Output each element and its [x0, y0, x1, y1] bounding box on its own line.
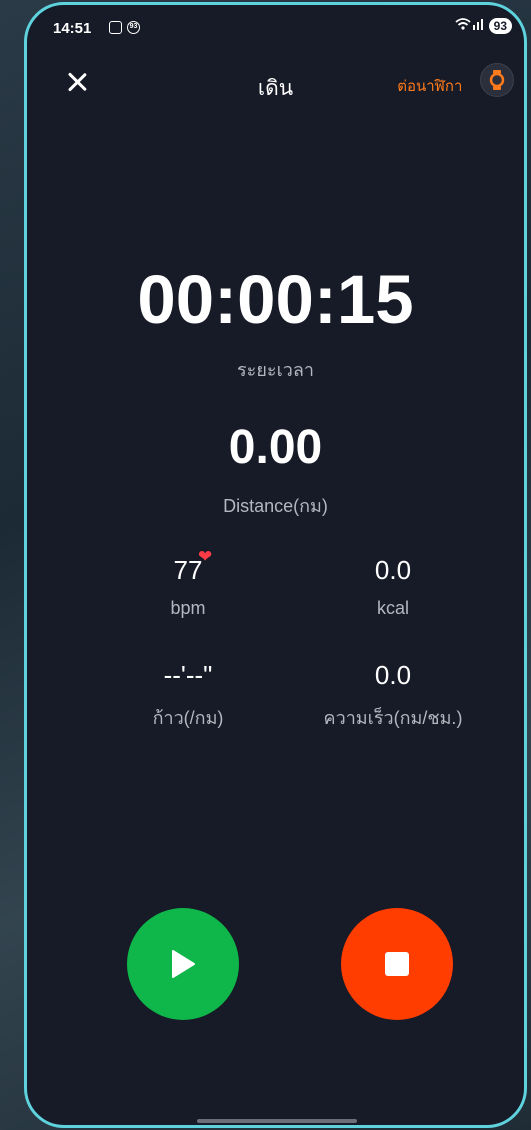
distance-label: Distance(กม)	[223, 496, 328, 516]
calories-value: 0.0	[374, 555, 412, 585]
pace-value: --'--"	[163, 660, 213, 690]
elapsed-timer-label: ระยะเวลา	[237, 360, 314, 380]
screenshot-icon	[109, 21, 122, 34]
notification-badge-icon: 93	[127, 21, 140, 34]
heart-rate-stat: 77 ❤ bpm	[88, 547, 288, 619]
stop-icon	[385, 952, 409, 976]
pace-stat: --'--" ก้าว(/กม)	[88, 660, 288, 732]
wifi-signal-icon	[455, 17, 483, 34]
connect-watch-label: เชื่อมต่อนาฬิกา	[397, 78, 463, 95]
distance-value: 0.00	[228, 421, 323, 474]
speed-value: 0.0	[374, 660, 412, 690]
home-indicator[interactable]	[197, 1119, 357, 1123]
phone-frame: 14:51 93 93 เดิน เชื่อมต่อนาฬิกา	[24, 2, 527, 1128]
pace-label: ก้าว(/กม)	[152, 708, 224, 728]
battery-badge: 93	[488, 17, 512, 34]
heart-rate-value: 77	[173, 555, 203, 585]
play-button[interactable]	[127, 908, 239, 1020]
stop-button[interactable]	[341, 908, 453, 1020]
watch-button[interactable]	[480, 63, 514, 97]
speed-label: ความเร็ว(กม/ชม.)	[323, 708, 463, 728]
heart-icon: ❤	[198, 547, 213, 566]
calories-label: kcal	[376, 598, 409, 618]
status-bar: 14:51 93 93	[53, 17, 512, 41]
play-icon	[172, 950, 195, 978]
connect-watch-link[interactable]: เชื่อมต่อนาฬิกา	[397, 74, 485, 98]
top-bar: เดิน เชื่อมต่อนาฬิกา	[27, 60, 524, 110]
status-right: 93	[455, 17, 512, 34]
heart-rate-label: bpm	[170, 598, 206, 618]
watch-icon	[489, 70, 505, 90]
elapsed-timer: 00:00:15	[137, 261, 414, 338]
speed-stat: 0.0 ความเร็ว(กม/ชม.)	[293, 660, 493, 732]
status-time: 14:51	[53, 20, 92, 37]
calories-stat: 0.0 kcal	[293, 555, 493, 619]
